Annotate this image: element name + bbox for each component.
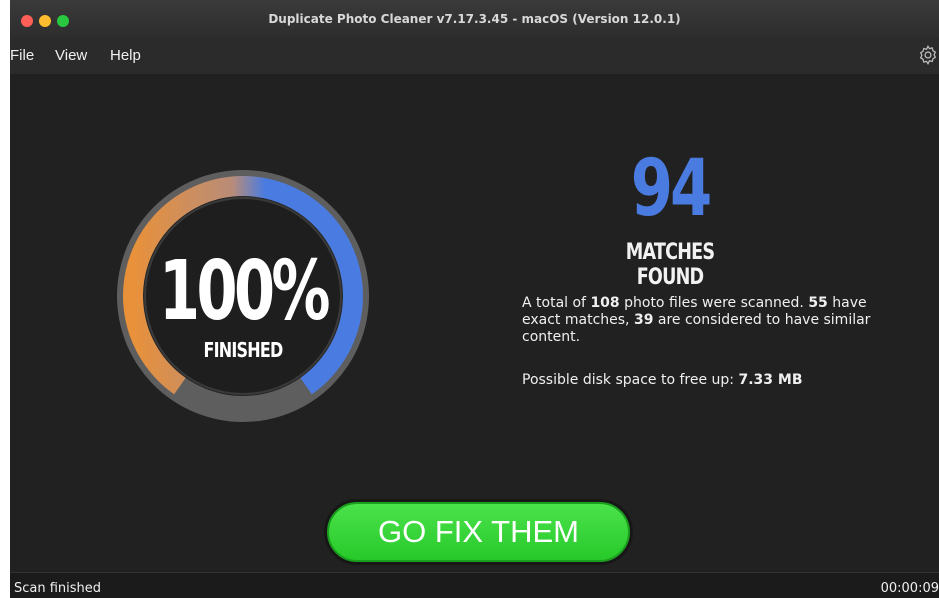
total-files-count: 108 [590, 295, 620, 311]
menu-help[interactable]: Help [110, 47, 141, 64]
title-bar: Duplicate Photo Cleaner v7.17.3.45 - mac… [10, 0, 939, 39]
disk-space-label: Possible disk space to free up: [522, 372, 739, 388]
results-panel: 100% FINISHED 94 MATCHES FOUND A total o… [10, 74, 939, 572]
menu-bar: File View Help [10, 38, 939, 74]
progress-gauge: 100% FINISHED [117, 170, 369, 422]
gauge-percent: 100% [159, 243, 329, 338]
app-window: Duplicate Photo Cleaner v7.17.3.45 - mac… [10, 0, 939, 598]
matches-label: MATCHES FOUND [625, 240, 715, 290]
menu-file[interactable]: File [10, 47, 34, 64]
summary-text-2: photo files were scanned. [619, 295, 809, 311]
exact-matches-count: 55 [808, 295, 828, 311]
disk-space-info: Possible disk space to free up: 7.33 MB [522, 372, 877, 388]
gauge-status: FINISHED [204, 339, 284, 362]
summary-text-1: A total of [522, 295, 591, 311]
elapsed-time: 00:00:09 [880, 581, 939, 596]
similar-matches-count: 39 [633, 312, 654, 328]
disk-space-value: 7.33 MB [738, 372, 803, 388]
scan-summary: A total of 108 photo files were scanned.… [522, 295, 877, 346]
gear-icon[interactable] [917, 44, 939, 66]
status-bar: Scan finished 00:00:09 [10, 572, 939, 598]
menu-view[interactable]: View [55, 47, 87, 64]
matches-count: 94 [630, 144, 713, 234]
window-title: Duplicate Photo Cleaner v7.17.3.45 - mac… [268, 12, 681, 26]
go-fix-them-button[interactable]: GO FIX THEM [327, 502, 630, 562]
status-text: Scan finished [14, 581, 102, 596]
